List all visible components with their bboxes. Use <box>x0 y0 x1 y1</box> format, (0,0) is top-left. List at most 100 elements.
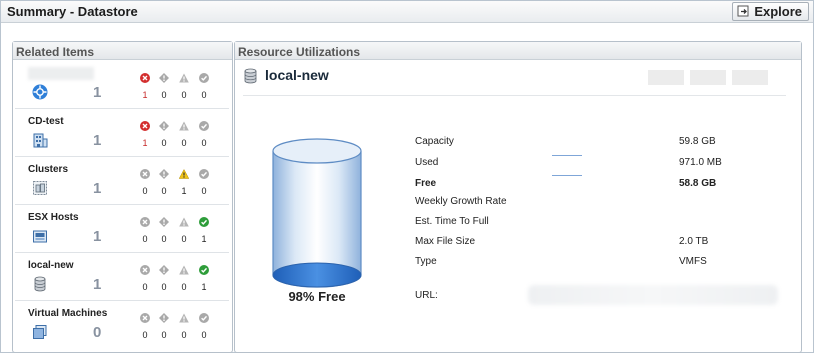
normal-count: 1 <box>201 234 207 244</box>
explore-button[interactable]: Explore <box>732 2 809 21</box>
major-icon <box>159 121 169 131</box>
url-label: URL: <box>415 290 438 301</box>
critical-count: 0 <box>142 234 148 244</box>
toolbar-placeholder-3[interactable] <box>732 70 768 85</box>
datastore-icon <box>244 68 257 84</box>
major-count: 0 <box>161 330 167 340</box>
free-percentage-caption: 98% Free <box>288 289 346 304</box>
related-items-header: Related Items <box>13 42 232 60</box>
explore-icon <box>737 5 749 17</box>
toolbar-placeholder-2[interactable] <box>690 70 726 85</box>
major-icon <box>159 73 169 83</box>
gray-x-icon <box>140 313 150 323</box>
used-label: Used <box>415 157 439 168</box>
major-count: 0 <box>161 138 167 148</box>
related-row-clusters[interactable]: Clusters 1 0 0 1 0 <box>15 157 229 205</box>
host-icon <box>33 230 47 243</box>
capacity-value: 59.8 GB <box>679 136 716 147</box>
related-name: Clusters <box>28 164 69 175</box>
warning-count: 0 <box>181 330 187 340</box>
type-value: VMFS <box>679 256 707 267</box>
explore-label: Explore <box>754 4 802 19</box>
normal-icon <box>199 73 209 83</box>
ok-icon <box>199 265 209 275</box>
ok-icon <box>199 217 209 227</box>
major-icon <box>159 217 169 227</box>
major-icon <box>159 265 169 275</box>
related-items-panel: Related Items 1 1 0 0 0 CD-test 1 1 0 0 … <box>12 41 233 353</box>
warning-count: 0 <box>181 234 187 244</box>
related-name: Virtual Machines <box>28 308 108 319</box>
type-label: Type <box>415 256 437 267</box>
warning-count: 1 <box>181 186 187 196</box>
building-icon <box>33 133 48 148</box>
related-count: 1 <box>93 228 102 245</box>
related-name: local-new <box>28 260 74 271</box>
weekly-growth-rate-label: Weekly Growth Rate <box>415 196 507 207</box>
major-icon <box>159 313 169 323</box>
major-count: 0 <box>161 90 167 100</box>
capacity-label: Capacity <box>415 136 454 147</box>
free-label: Free <box>415 178 437 189</box>
related-count: 1 <box>93 132 102 149</box>
related-count: 1 <box>93 84 102 101</box>
normal-icon <box>199 169 209 179</box>
max-file-size-value: 2.0 TB <box>679 236 709 247</box>
redacted-name <box>28 67 94 80</box>
related-count: 1 <box>93 276 102 293</box>
critical-icon <box>140 121 150 131</box>
related-name: ESX Hosts <box>28 212 79 223</box>
warning-icon <box>179 313 189 323</box>
resource-utilizations-header: Resource Utilizations <box>235 42 801 60</box>
warning-icon <box>179 265 189 275</box>
gray-x-icon <box>140 169 150 179</box>
normal-count: 0 <box>201 330 207 340</box>
est-time-to-full-label: Est. Time To Full <box>415 216 489 227</box>
major-count: 0 <box>161 282 167 292</box>
critical-count: 1 <box>142 138 148 148</box>
title-bar: Summary - Datastore Explore <box>1 1 813 23</box>
critical-count: 0 <box>142 330 148 340</box>
normal-count: 1 <box>201 282 207 292</box>
related-row-virtual-machines[interactable]: Virtual Machines 0 0 0 0 0 <box>15 301 229 349</box>
max-file-size-label: Max File Size <box>415 236 476 247</box>
datacenter-icon <box>32 84 48 100</box>
warning-count: 0 <box>181 282 187 292</box>
related-name: CD-test <box>28 116 64 127</box>
datastore-name: local-new <box>265 67 329 83</box>
gray-x-icon <box>140 217 150 227</box>
critical-count: 0 <box>142 282 148 292</box>
warning-icon <box>179 73 189 83</box>
normal-icon <box>199 121 209 131</box>
related-row-esx-hosts[interactable]: ESX Hosts 1 0 0 0 1 <box>15 205 229 253</box>
normal-count: 0 <box>201 186 207 196</box>
related-row-datacenter[interactable]: 1 1 0 0 0 <box>15 61 229 109</box>
datastore-summary-window: Summary - Datastore Explore Related Item… <box>0 0 814 353</box>
related-row-local-new[interactable]: local-new 1 0 0 0 1 <box>15 253 229 301</box>
datastore-usage-cylinder <box>272 138 362 288</box>
cluster-icon <box>33 181 47 195</box>
critical-count: 0 <box>142 186 148 196</box>
cylinder-fill <box>272 262 362 288</box>
warning-count: 0 <box>181 138 187 148</box>
major-count: 0 <box>161 234 167 244</box>
warning-count: 0 <box>181 90 187 100</box>
redacted-url[interactable] <box>528 285 778 305</box>
resource-utilizations-panel: Resource Utilizations local-new 98% Free… <box>234 41 802 353</box>
warning-active-icon <box>179 169 189 179</box>
warning-icon <box>179 121 189 131</box>
critical-icon <box>140 73 150 83</box>
normal-icon <box>199 313 209 323</box>
used-sparkline <box>552 155 582 156</box>
used-value: 971.0 MB <box>679 157 722 168</box>
divider <box>243 95 786 96</box>
toolbar-placeholder-1[interactable] <box>648 70 684 85</box>
warning-icon <box>179 217 189 227</box>
major-icon <box>159 169 169 179</box>
related-count: 1 <box>93 180 102 197</box>
related-row-cd-test[interactable]: CD-test 1 1 0 0 0 <box>15 109 229 157</box>
free-sparkline <box>552 175 582 176</box>
gray-x-icon <box>140 265 150 275</box>
related-count: 0 <box>93 324 102 341</box>
free-value: 58.8 GB <box>679 178 717 189</box>
